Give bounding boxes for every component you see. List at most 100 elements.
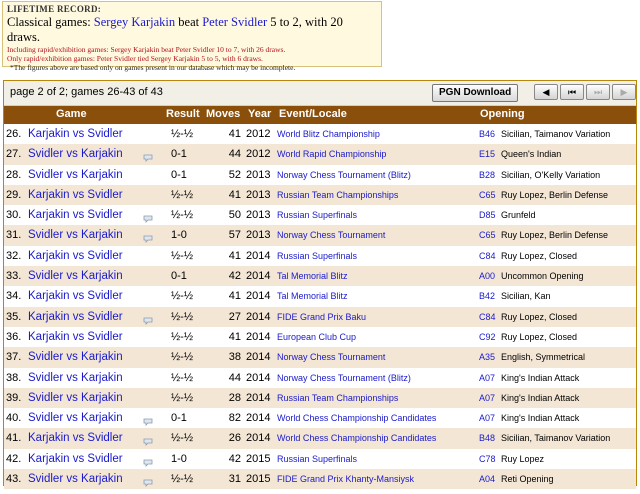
kibitz-comment-icon[interactable]: [143, 474, 153, 488]
pgn-download-button[interactable]: PGN Download: [432, 84, 519, 102]
event-link[interactable]: Russian Superfinals: [277, 205, 357, 225]
event-link[interactable]: Norway Chess Tournament (Blitz): [277, 165, 411, 185]
game-link[interactable]: Svidler vs Karjakin: [28, 388, 123, 408]
eco-code-link[interactable]: B48: [479, 428, 495, 448]
event-link[interactable]: Tal Memorial Blitz: [277, 266, 348, 286]
event-link[interactable]: FIDE Grand Prix Baku: [277, 307, 366, 327]
kibitz-comment-icon[interactable]: [143, 433, 153, 447]
table-row: 40. Svidler vs Karjakin 0-1 82 2014 World Che…: [4, 408, 636, 429]
event-link[interactable]: Russian Superfinals: [277, 246, 357, 266]
game-year: 2014: [246, 391, 271, 404]
game-link[interactable]: Karjakin vs Svidler: [28, 246, 123, 266]
opening-name: King's Indian Attack: [501, 413, 580, 424]
game-year: 2013: [246, 209, 271, 222]
classical-record: Classical games: Sergey Karjakin beat Pe…: [7, 15, 377, 45]
kibitz-comment-icon[interactable]: [143, 149, 153, 163]
eco-code-link[interactable]: A07: [479, 368, 495, 388]
eco-code-link[interactable]: A07: [479, 388, 495, 408]
eco-code-link[interactable]: B28: [479, 165, 495, 185]
player-link-svidler[interactable]: Peter Svidler: [202, 15, 267, 29]
game-link[interactable]: Karjakin vs Svidler: [28, 428, 123, 448]
eco-code-link[interactable]: B42: [479, 286, 495, 306]
games-toolbar: page 2 of 2; games 26-43 of 43 PGN Downl…: [4, 81, 636, 106]
kibitz-comment-icon[interactable]: [143, 230, 153, 244]
game-number: 33.: [6, 270, 22, 283]
eco-code-link[interactable]: C84: [479, 307, 496, 327]
player-link-karjakin[interactable]: Sergey Karjakin: [94, 15, 175, 29]
game-link[interactable]: Karjakin vs Svidler: [28, 205, 123, 225]
eco-code-link[interactable]: A07: [479, 408, 495, 428]
game-link[interactable]: Karjakin vs Svidler: [28, 449, 123, 469]
eco-code-link[interactable]: A00: [479, 266, 495, 286]
event-link[interactable]: World Rapid Championship: [277, 144, 386, 164]
event-link[interactable]: World Blitz Championship: [277, 124, 380, 144]
game-link[interactable]: Svidler vs Karjakin: [28, 144, 123, 164]
event-link[interactable]: FIDE Grand Prix Khanty-Mansiysk: [277, 469, 414, 489]
prev-page-button[interactable]: ◀: [534, 84, 558, 100]
eco-code-link[interactable]: A04: [479, 469, 495, 489]
game-number: 28.: [6, 168, 22, 181]
table-row: 35. Karjakin vs Svidler ½-½ 27 2014 FIDE Gran…: [4, 306, 636, 327]
game-year: 2013: [246, 188, 271, 201]
kibitz-comment-icon[interactable]: [143, 454, 153, 467]
game-result: ½-½: [171, 432, 194, 445]
opening-name: Sicilian, O'Kelly Variation: [501, 169, 601, 180]
opening-name: Sicilian, Kan: [501, 291, 551, 302]
game-result: 0-1: [171, 168, 187, 181]
first-page-button[interactable]: ⏮: [560, 84, 584, 100]
eco-code-link[interactable]: B46: [479, 124, 495, 144]
kibitz-comment-icon[interactable]: [143, 210, 153, 224]
event-link[interactable]: World Chess Championship Candidates: [277, 428, 436, 448]
eco-code-link[interactable]: C78: [479, 449, 496, 469]
event-link[interactable]: Tal Memorial Blitz: [277, 286, 348, 306]
event-link[interactable]: Norway Chess Tournament: [277, 347, 385, 367]
opening-name: Sicilian, Taimanov Variation: [501, 433, 611, 444]
event-link[interactable]: Russian Superfinals: [277, 449, 357, 469]
game-year: 2014: [246, 270, 271, 283]
game-link[interactable]: Karjakin vs Svidler: [28, 286, 123, 306]
game-link[interactable]: Svidler vs Karjakin: [28, 368, 123, 388]
game-link[interactable]: Svidler vs Karjakin: [28, 408, 123, 428]
game-link[interactable]: Karjakin vs Svidler: [28, 124, 123, 144]
event-link[interactable]: World Chess Championship Candidates: [277, 408, 436, 428]
eco-code-link[interactable]: A35: [479, 347, 495, 367]
eco-code-link[interactable]: C65: [479, 225, 496, 245]
game-link[interactable]: Svidler vs Karjakin: [28, 266, 123, 286]
game-moves: 42: [228, 452, 241, 465]
game-link[interactable]: Svidler vs Karjakin: [28, 225, 123, 245]
game-result: 0-1: [171, 412, 187, 425]
game-moves: 26: [228, 432, 241, 445]
game-link[interactable]: Karjakin vs Svidler: [28, 307, 123, 327]
kibitz-comment-icon[interactable]: [143, 312, 153, 325]
table-row: 37. Svidler vs Karjakin ½-½ 38 2014 Norway Ch…: [4, 347, 636, 368]
record-heading: LIFETIME RECORD:: [7, 4, 102, 14]
game-result: ½-½: [171, 351, 194, 364]
event-link[interactable]: Norway Chess Tournament (Blitz): [277, 368, 411, 388]
eco-code-link[interactable]: C65: [479, 185, 496, 205]
game-number: 30.: [6, 209, 22, 222]
game-moves: 41: [228, 188, 241, 201]
game-number: 32.: [6, 249, 22, 262]
kibitz-comment-icon[interactable]: [143, 413, 153, 427]
eco-code-link[interactable]: C84: [479, 246, 496, 266]
game-link[interactable]: Karjakin vs Svidler: [28, 327, 123, 347]
event-link[interactable]: European Club Cup: [277, 327, 356, 347]
game-link[interactable]: Karjakin vs Svidler: [28, 185, 123, 205]
event-link[interactable]: Norway Chess Tournament: [277, 225, 385, 245]
game-result: 1-0: [171, 452, 187, 465]
game-link[interactable]: Svidler vs Karjakin: [28, 347, 123, 367]
game-moves: 52: [228, 168, 241, 181]
game-link[interactable]: Svidler vs Karjakin: [28, 165, 123, 185]
eco-code-link[interactable]: C92: [479, 327, 496, 347]
game-number: 43.: [6, 473, 22, 486]
game-year: 2014: [246, 412, 271, 425]
game-year: 2014: [246, 371, 271, 384]
eco-code-link[interactable]: E15: [479, 144, 495, 164]
game-number: 29.: [6, 188, 22, 201]
table-row: 36. Karjakin vs Svidler ½-½ 41 2014 European …: [4, 326, 636, 348]
event-link[interactable]: Russian Team Championships: [277, 388, 398, 408]
event-link[interactable]: Russian Team Championships: [277, 185, 398, 205]
game-number: 41.: [6, 432, 22, 445]
eco-code-link[interactable]: D85: [479, 205, 496, 225]
game-link[interactable]: Svidler vs Karjakin: [28, 469, 123, 489]
